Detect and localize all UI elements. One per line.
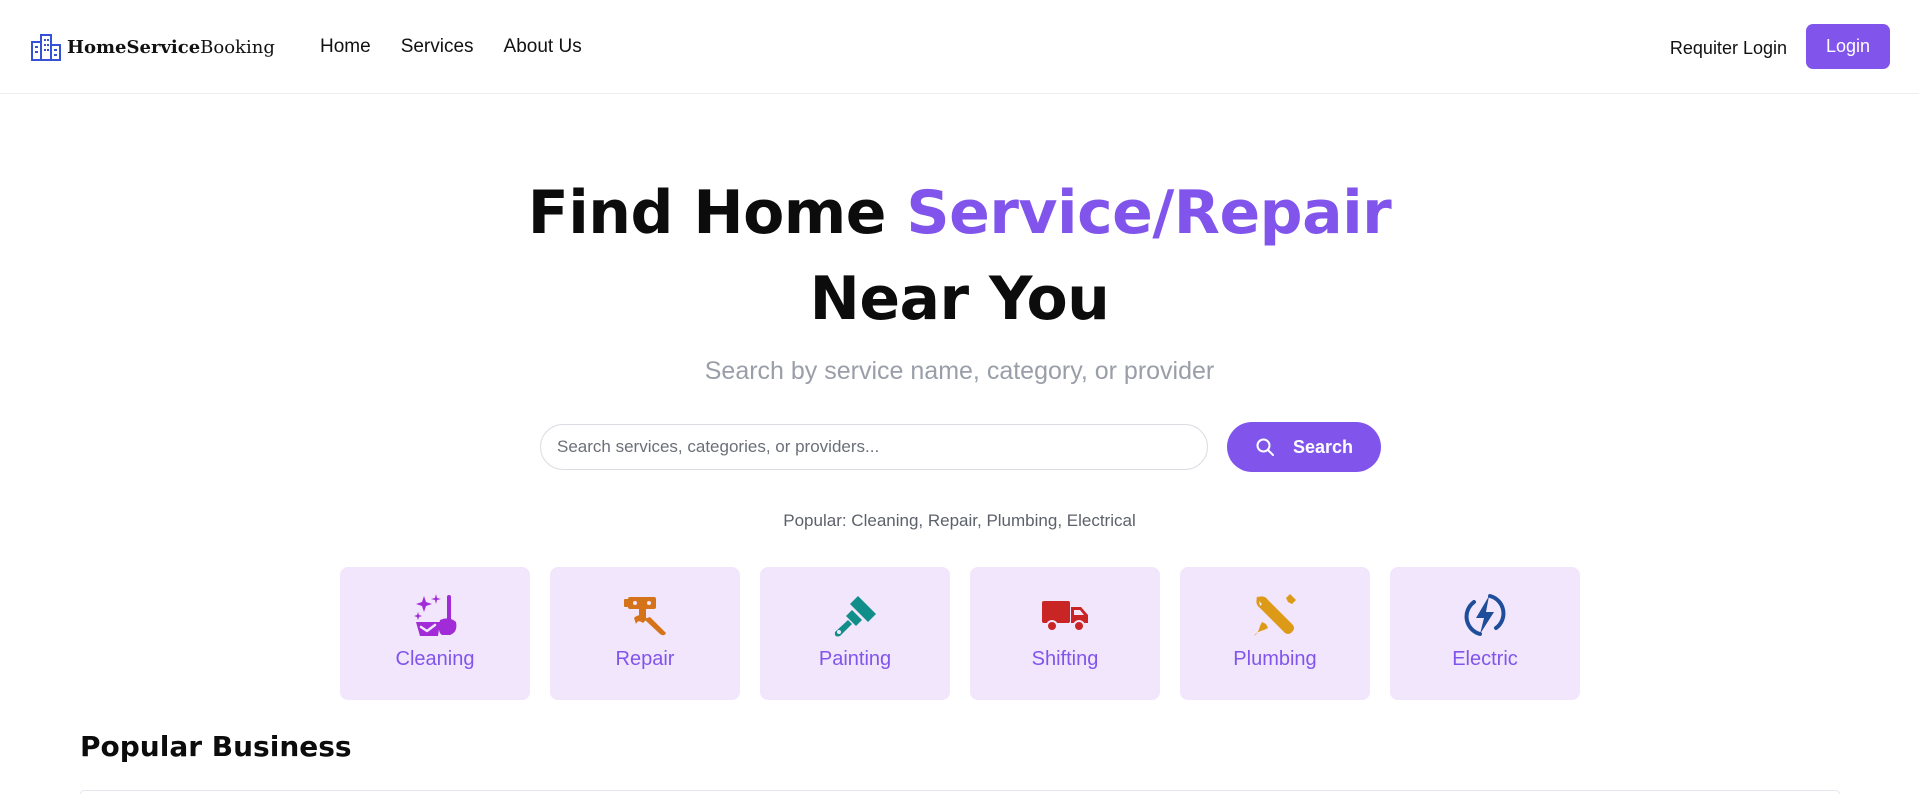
hero-subtitle: Search by service name, category, or pro… — [704, 357, 1215, 385]
wrench-screwdriver-icon — [1252, 591, 1298, 639]
hammer-wrench-icon — [622, 591, 668, 639]
hero-title: Find Home Service/Repair Near You — [0, 170, 1919, 342]
category-electric[interactable]: Electric — [1390, 567, 1580, 700]
category-plumbing[interactable]: Plumbing — [1180, 567, 1370, 700]
navbar: HomeServiceBooking Home Services About U… — [0, 0, 1919, 94]
popular-searches: Popular: Cleaning, Repair, Plumbing, Ele… — [783, 511, 1136, 530]
category-painting[interactable]: Painting — [760, 567, 950, 700]
nav-home[interactable]: Home — [320, 35, 371, 59]
login-button[interactable]: Login — [1806, 24, 1890, 69]
logo[interactable]: HomeServiceBooking — [31, 32, 275, 62]
category-label: Painting — [818, 648, 892, 670]
cleaning-sparkle-icon — [412, 591, 458, 639]
hero-title-accent: Service/Repair — [906, 178, 1392, 248]
hero-title-prefix: Find Home — [527, 178, 907, 248]
paint-brush-icon — [832, 591, 878, 639]
category-label: Plumbing — [1233, 648, 1317, 670]
section-title-popular-business: Popular Business — [80, 730, 352, 763]
nav-about-us[interactable]: About Us — [504, 35, 582, 59]
category-repair[interactable]: Repair — [550, 567, 740, 700]
category-label: Electric — [1452, 648, 1518, 670]
nav-services[interactable]: Services — [401, 35, 474, 59]
search-button-label: Search — [1292, 436, 1354, 457]
search-input[interactable] — [540, 424, 1208, 470]
category-cleaning[interactable]: Cleaning — [340, 567, 530, 700]
business-list-container — [80, 790, 1840, 794]
category-list: Cleaning Repair Painting Shifting Plumbi… — [340, 567, 1580, 700]
buildings-icon — [31, 33, 61, 61]
logo-text: HomeServiceBooking — [67, 37, 275, 58]
requiter-login-link[interactable]: Requiter Login — [1670, 36, 1787, 60]
category-label: Shifting — [1031, 648, 1099, 670]
category-shifting[interactable]: Shifting — [970, 567, 1160, 700]
logo-text-regular: Booking — [200, 36, 275, 58]
search-icon — [1255, 437, 1275, 457]
search-button[interactable]: Search — [1227, 422, 1381, 472]
lightning-bolt-icon — [1462, 591, 1508, 639]
hero-title-line2: Near You — [809, 264, 1110, 334]
logo-text-bold: HomeService — [67, 36, 201, 58]
truck-icon — [1041, 591, 1089, 639]
category-label: Cleaning — [395, 648, 475, 670]
main-nav: Home Services About Us — [320, 35, 582, 59]
category-label: Repair — [615, 648, 675, 670]
